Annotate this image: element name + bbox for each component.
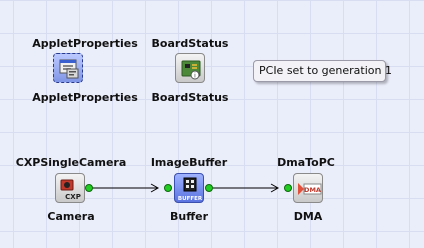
buffer-icon-text: BUFFER xyxy=(178,196,203,202)
cxp-camera-icon: CXP xyxy=(60,179,81,201)
dma-icon-text: DMA xyxy=(304,186,321,194)
camera-icon-text: CXP xyxy=(65,193,81,201)
design-canvas[interactable]: AppletProperties AppletProperties BoardS… xyxy=(0,0,424,248)
dma-type-label: DmaToPC xyxy=(277,156,335,169)
image-buffer-icon: BUFFER xyxy=(178,177,203,202)
buffer-input-port[interactable] xyxy=(163,184,173,193)
dma-operator[interactable]: DMA xyxy=(293,173,323,203)
camera-type-label: CXPSingleCamera xyxy=(15,156,127,169)
buffer-output-port[interactable] xyxy=(204,184,214,193)
camera-output-port[interactable] xyxy=(85,184,95,193)
buffer-operator[interactable]: BUFFER xyxy=(174,173,204,203)
camera-instance-label: Camera xyxy=(47,210,95,223)
dma-instance-label: DMA xyxy=(293,210,323,223)
dma-input-port[interactable] xyxy=(283,184,293,193)
dma-icon: DMA xyxy=(298,183,322,195)
buffer-instance-label: Buffer xyxy=(169,210,209,223)
camera-operator[interactable]: CXP xyxy=(55,173,85,203)
buffer-type-label: ImageBuffer xyxy=(150,156,228,169)
